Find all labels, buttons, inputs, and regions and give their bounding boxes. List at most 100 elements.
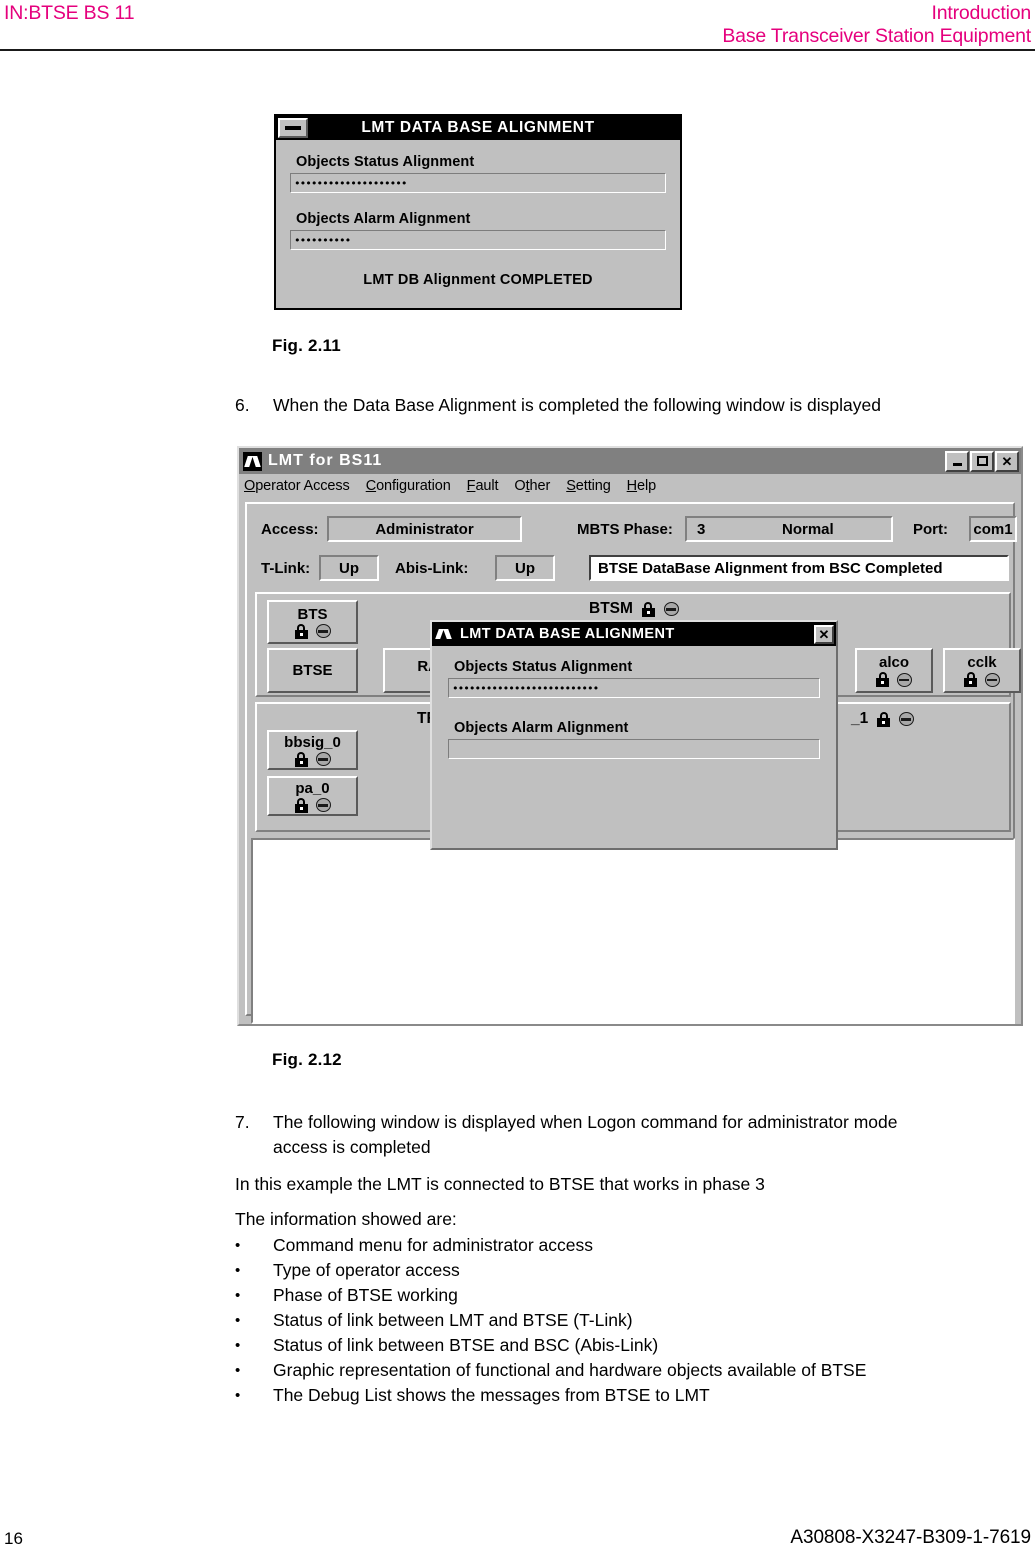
list-item: • Type of operator access bbox=[235, 1258, 460, 1283]
object-node-btse-label: BTSE bbox=[292, 662, 333, 679]
close-button[interactable]: ✕ bbox=[995, 450, 1019, 472]
list-item-label: The Debug List shows the messages from B… bbox=[273, 1385, 710, 1405]
list-item: • Status of link between LMT and BTSE (T… bbox=[235, 1308, 633, 1333]
status-row-2: T-Link: Up Abis-Link: Up BTSE DataBase A… bbox=[247, 555, 1013, 585]
lmt-titlebar: LMT for BS11 ✕ bbox=[239, 448, 1021, 474]
dialog-close-button[interactable]: ✕ bbox=[814, 624, 834, 644]
bullet-icon: • bbox=[235, 1362, 241, 1379]
dialog-progress-fill-status: •••••••••••••••••••••••••• bbox=[452, 681, 599, 695]
objects-status-progress-bar: •••••••••••••••••••• bbox=[290, 173, 666, 193]
object-node-bbsig-0-icons bbox=[294, 751, 331, 767]
step-6-text: When the Data Base Alignment is complete… bbox=[273, 395, 881, 415]
header-right-title: Introduction Base Transceiver Station Eq… bbox=[722, 2, 1031, 48]
barred-state-icon bbox=[897, 672, 912, 687]
port-value-field: com1 bbox=[969, 516, 1017, 542]
barred-state-icon bbox=[315, 624, 331, 638]
bullet-icon: • bbox=[235, 1312, 241, 1329]
lock-icon bbox=[294, 797, 308, 813]
list-item: • Phase of BTSE working bbox=[235, 1283, 458, 1308]
object-node-bbsig-0-label: bbsig_0 bbox=[284, 733, 341, 751]
menu-help[interactable]: Help bbox=[627, 478, 657, 494]
object-node-cclk-icons bbox=[964, 672, 1000, 687]
trx-label-right: _1 bbox=[851, 710, 869, 727]
minimize-icon[interactable] bbox=[278, 118, 308, 138]
menu-operator-access[interactable]: Operator Access bbox=[244, 478, 350, 494]
objects-status-alignment-label: Objects Status Alignment bbox=[296, 154, 475, 170]
list-item-label: Phase of BTSE working bbox=[273, 1285, 458, 1305]
paragraph-info-intro: The information showed are: bbox=[235, 1209, 457, 1229]
mbts-phase-value: 3 bbox=[697, 520, 706, 538]
object-node-cclk[interactable]: cclk bbox=[943, 648, 1021, 693]
btsm-label: BTSM bbox=[589, 600, 633, 617]
status-message-field: BTSE DataBase Alignment from BSC Complet… bbox=[589, 555, 1009, 581]
bullet-icon: • bbox=[235, 1237, 241, 1254]
lmt-database-alignment-window-small: LMT DATA BASE ALIGNMENT Objects Status A… bbox=[274, 114, 682, 310]
list-item-label: Graphic representation of functional and… bbox=[273, 1360, 867, 1380]
header-divider bbox=[0, 49, 1035, 51]
object-node-pa-0-label: pa_0 bbox=[295, 779, 330, 797]
lmt-menubar: Operator Access Configuration Fault Othe… bbox=[239, 474, 1021, 498]
figure-caption-2-11: Fig. 2.11 bbox=[272, 336, 341, 355]
dialog-objects-alarm-alignment-label: Objects Alarm Alignment bbox=[454, 720, 629, 736]
dialog-objects-alarm-progress-bar bbox=[448, 739, 820, 759]
step-6-number: 6. bbox=[235, 395, 250, 415]
menu-other[interactable]: Other bbox=[514, 478, 550, 494]
objects-alarm-alignment-label: Objects Alarm Alignment bbox=[296, 211, 471, 227]
step-7-text: The following window is displayed when L… bbox=[273, 1110, 898, 1160]
barred-state-icon bbox=[315, 798, 331, 812]
header-right-line2: Base Transceiver Station Equipment bbox=[722, 25, 1031, 47]
menu-configuration[interactable]: Configuration bbox=[366, 478, 451, 494]
footer-document-number: A30808-X3247-B309-1-7619 bbox=[790, 1527, 1031, 1548]
lmt-window-title: LMT for BS11 bbox=[268, 452, 383, 469]
object-node-pa-0[interactable]: pa_0 bbox=[267, 776, 358, 816]
list-item-label: Type of operator access bbox=[273, 1260, 460, 1280]
menu-setting[interactable]: Setting bbox=[566, 478, 611, 494]
mbts-phase-label: MBTS Phase: bbox=[577, 521, 673, 538]
figure-caption-2-12: Fig. 2.12 bbox=[272, 1050, 342, 1069]
progress-fill-alarm: •••••••••• bbox=[294, 233, 351, 247]
barred-state-icon bbox=[985, 672, 1000, 687]
lock-icon bbox=[964, 672, 977, 687]
list-item-label: Status of link between BTSE and BSC (Abi… bbox=[273, 1335, 659, 1355]
header-left-title: IN:BTSE BS 11 bbox=[4, 2, 135, 24]
access-label: Access: bbox=[261, 521, 319, 538]
list-item: • Status of link between BTSE and BSC (A… bbox=[235, 1333, 658, 1358]
t-link-label: T-Link: bbox=[261, 560, 311, 577]
barred-state-icon bbox=[663, 602, 679, 616]
menu-fault[interactable]: Fault bbox=[467, 478, 499, 494]
lock-icon bbox=[294, 623, 308, 639]
list-item-label: Command menu for administrator access bbox=[273, 1235, 593, 1255]
maximize-button[interactable] bbox=[970, 450, 994, 472]
step-7-number: 7. bbox=[235, 1112, 250, 1132]
lock-icon bbox=[876, 672, 889, 687]
list-item: • Graphic representation of functional a… bbox=[235, 1358, 866, 1383]
paragraph-example: In this example the LMT is connected to … bbox=[235, 1174, 765, 1194]
object-node-cclk-label: cclk bbox=[967, 654, 997, 671]
step-7-line2: access is completed bbox=[273, 1137, 431, 1157]
object-node-alco[interactable]: alco bbox=[855, 648, 933, 693]
object-node-btse[interactable]: BTSE bbox=[267, 648, 358, 693]
barred-state-icon bbox=[315, 752, 331, 766]
lock-icon bbox=[641, 601, 655, 617]
trx-panel-header-right: _1 bbox=[851, 710, 915, 728]
lock-icon bbox=[294, 751, 308, 767]
dialog-body: Objects Status Alignment •••••••••••••••… bbox=[432, 646, 836, 759]
object-node-bts[interactable]: BTS bbox=[267, 600, 358, 644]
debug-list[interactable] bbox=[251, 838, 1015, 1024]
access-value-field: Administrator bbox=[327, 516, 522, 542]
object-node-bbsig-0[interactable]: bbsig_0 bbox=[267, 730, 358, 770]
window-controls: ✕ bbox=[945, 450, 1019, 472]
minimize-button[interactable] bbox=[945, 450, 969, 472]
list-item: • Command menu for administrator access bbox=[235, 1233, 593, 1258]
object-node-alco-label: alco bbox=[878, 654, 909, 671]
t-link-value-field: Up bbox=[319, 555, 379, 581]
object-node-pa-0-icons bbox=[294, 797, 331, 813]
bullet-icon: • bbox=[235, 1337, 241, 1354]
progress-fill-status: •••••••••••••••••••• bbox=[294, 176, 407, 190]
object-node-bts-icons bbox=[294, 623, 331, 639]
lmt-database-alignment-dialog: LMT DATA BASE ALIGNMENT ✕ Objects Status… bbox=[430, 620, 838, 850]
mbts-phase-state: Normal bbox=[782, 520, 834, 538]
btsm-panel-header: BTSM bbox=[589, 600, 679, 618]
port-label: Port: bbox=[913, 521, 948, 538]
dialog-objects-status-alignment-label: Objects Status Alignment bbox=[454, 659, 633, 675]
